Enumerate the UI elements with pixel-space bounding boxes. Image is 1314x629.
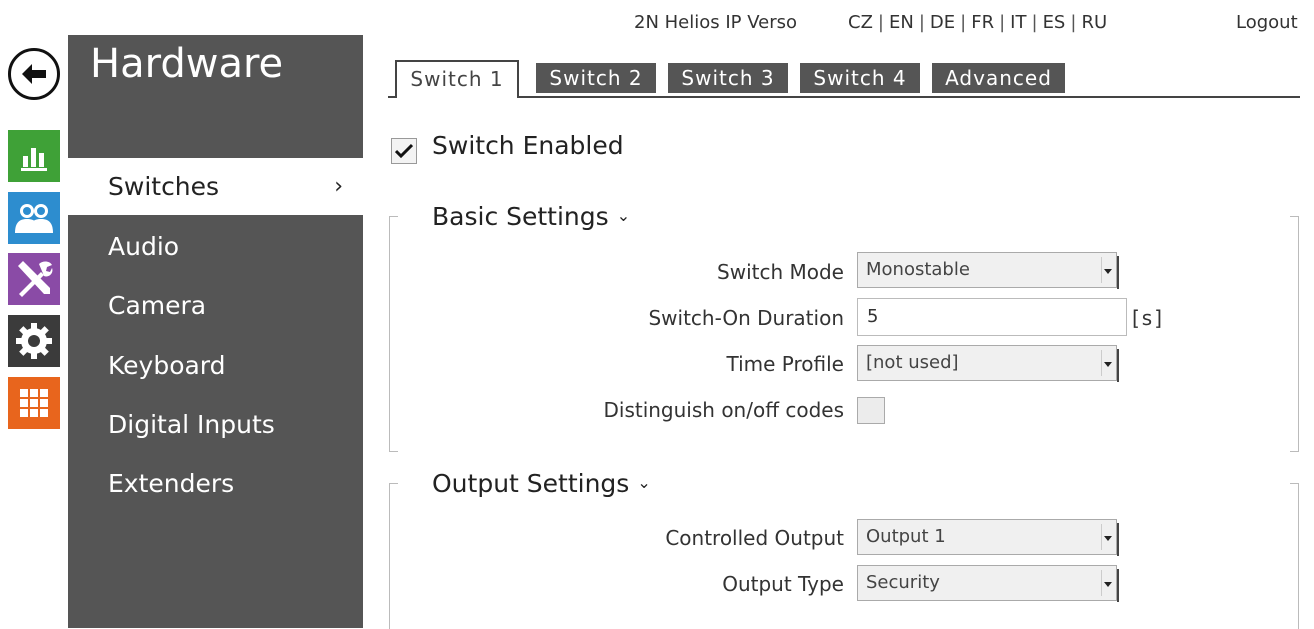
output-type-select[interactable]: Security <box>857 565 1119 602</box>
select-shadow <box>1117 523 1119 556</box>
switch-mode-label: Switch Mode <box>717 260 844 284</box>
output-type-value: Security <box>866 572 940 593</box>
switch-on-duration-label: Switch-On Duration <box>648 306 844 330</box>
device-name: 2N Helios IP Verso <box>634 12 798 33</box>
output-settings-title: Output Settings <box>432 469 630 498</box>
tab-switch-4[interactable]: Switch 4 <box>800 63 920 93</box>
lang-separator: | <box>877 12 884 33</box>
tools-icon <box>18 261 53 297</box>
grid-icon <box>20 389 48 417</box>
switch-mode-select[interactable]: Monostable <box>857 252 1119 289</box>
tab-switch-1[interactable]: Switch 1 <box>395 60 519 98</box>
sidebar-item-keyboard[interactable]: Keyboard <box>68 337 363 394</box>
sidebar-item-digital-inputs[interactable]: Digital Inputs <box>68 396 363 453</box>
select-shadow <box>1117 349 1119 382</box>
fieldset-border-right <box>1290 216 1299 452</box>
fieldset-border-left <box>389 483 398 629</box>
lang-separator: | <box>999 12 1006 33</box>
arrow-left-icon <box>22 64 46 84</box>
basic-settings-title: Basic Settings <box>432 202 609 231</box>
users-icon <box>15 204 53 233</box>
dropdown-arrow-icon <box>1101 350 1112 376</box>
lang-separator: | <box>1031 12 1038 33</box>
lang-cz[interactable]: CZ <box>848 12 873 33</box>
distinguish-codes-checkbox[interactable] <box>857 397 885 424</box>
chevron-right-icon: › <box>334 174 343 199</box>
time-profile-value: [not used] <box>866 352 959 373</box>
basic-settings-toggle[interactable]: Basic Settings ⌄ <box>432 202 630 231</box>
lang-de[interactable]: DE <box>930 12 955 33</box>
lang-ru[interactable]: RU <box>1081 12 1107 33</box>
sidebar-item-label: Audio <box>108 232 180 261</box>
language-selector: CZ | EN | DE | FR | IT | ES | RU <box>848 12 1107 33</box>
switch-enabled-label: Switch Enabled <box>432 131 624 160</box>
distinguish-codes-label: Distinguish on/off codes <box>603 398 844 422</box>
switch-mode-value: Monostable <box>866 259 970 280</box>
rail-status-button[interactable] <box>8 130 60 182</box>
sidebar: Hardware Switches › Audio Camera Keyboar… <box>68 35 363 628</box>
lang-en[interactable]: EN <box>889 12 914 33</box>
chevron-down-icon: ⌄ <box>637 473 651 492</box>
controlled-output-label: Controlled Output <box>665 526 844 550</box>
sidebar-item-camera[interactable]: Camera <box>68 277 363 334</box>
controlled-output-select[interactable]: Output 1 <box>857 519 1119 556</box>
fieldset-border-right <box>1290 483 1299 629</box>
sidebar-item-label: Camera <box>108 291 207 320</box>
time-profile-label: Time Profile <box>726 352 845 376</box>
lang-it[interactable]: IT <box>1010 12 1026 33</box>
switch-enabled-checkbox[interactable] <box>391 138 417 164</box>
controlled-output-value: Output 1 <box>866 526 946 547</box>
dropdown-arrow-icon <box>1101 257 1112 283</box>
tab-switch-3[interactable]: Switch 3 <box>668 63 788 93</box>
back-button[interactable] <box>8 48 60 100</box>
dropdown-arrow-icon <box>1101 570 1112 596</box>
rail-directory-button[interactable] <box>8 192 60 244</box>
sidebar-item-extenders[interactable]: Extenders <box>68 455 363 512</box>
logout-link[interactable]: Logout <box>1236 12 1298 33</box>
bar-chart-icon <box>21 148 47 171</box>
duration-unit: [s] <box>1132 306 1165 330</box>
rail-hardware-button[interactable] <box>8 253 60 305</box>
lang-fr[interactable]: FR <box>971 12 994 33</box>
switch-on-duration-input[interactable]: 5 <box>857 298 1127 336</box>
fieldset-border-left <box>389 216 398 452</box>
sidebar-item-switches[interactable]: Switches › <box>68 158 363 215</box>
lang-es[interactable]: ES <box>1043 12 1066 33</box>
tab-switch-2[interactable]: Switch 2 <box>536 63 656 93</box>
select-shadow <box>1117 569 1119 602</box>
lang-separator: | <box>960 12 967 33</box>
section-title: Hardware <box>90 41 284 87</box>
chevron-down-icon: ⌄ <box>616 206 631 225</box>
rail-services-button[interactable] <box>8 315 60 367</box>
gear-icon <box>16 323 52 359</box>
lang-separator: | <box>1070 12 1077 33</box>
checkmark-icon <box>395 143 413 159</box>
sidebar-item-label: Digital Inputs <box>108 410 275 439</box>
output-type-label: Output Type <box>722 572 844 596</box>
sidebar-item-label: Switches <box>108 172 220 201</box>
rail-system-button[interactable] <box>8 377 60 429</box>
sidebar-item-label: Extenders <box>108 469 235 498</box>
output-settings-toggle[interactable]: Output Settings ⌄ <box>432 469 651 498</box>
time-profile-select[interactable]: [not used] <box>857 345 1119 382</box>
lang-separator: | <box>918 12 925 33</box>
sidebar-item-audio[interactable]: Audio <box>68 218 363 275</box>
select-shadow <box>1117 256 1119 289</box>
sidebar-item-label: Keyboard <box>108 351 226 380</box>
tabs-underline <box>388 96 1300 98</box>
dropdown-arrow-icon <box>1101 524 1112 550</box>
tab-advanced[interactable]: Advanced <box>932 63 1065 93</box>
